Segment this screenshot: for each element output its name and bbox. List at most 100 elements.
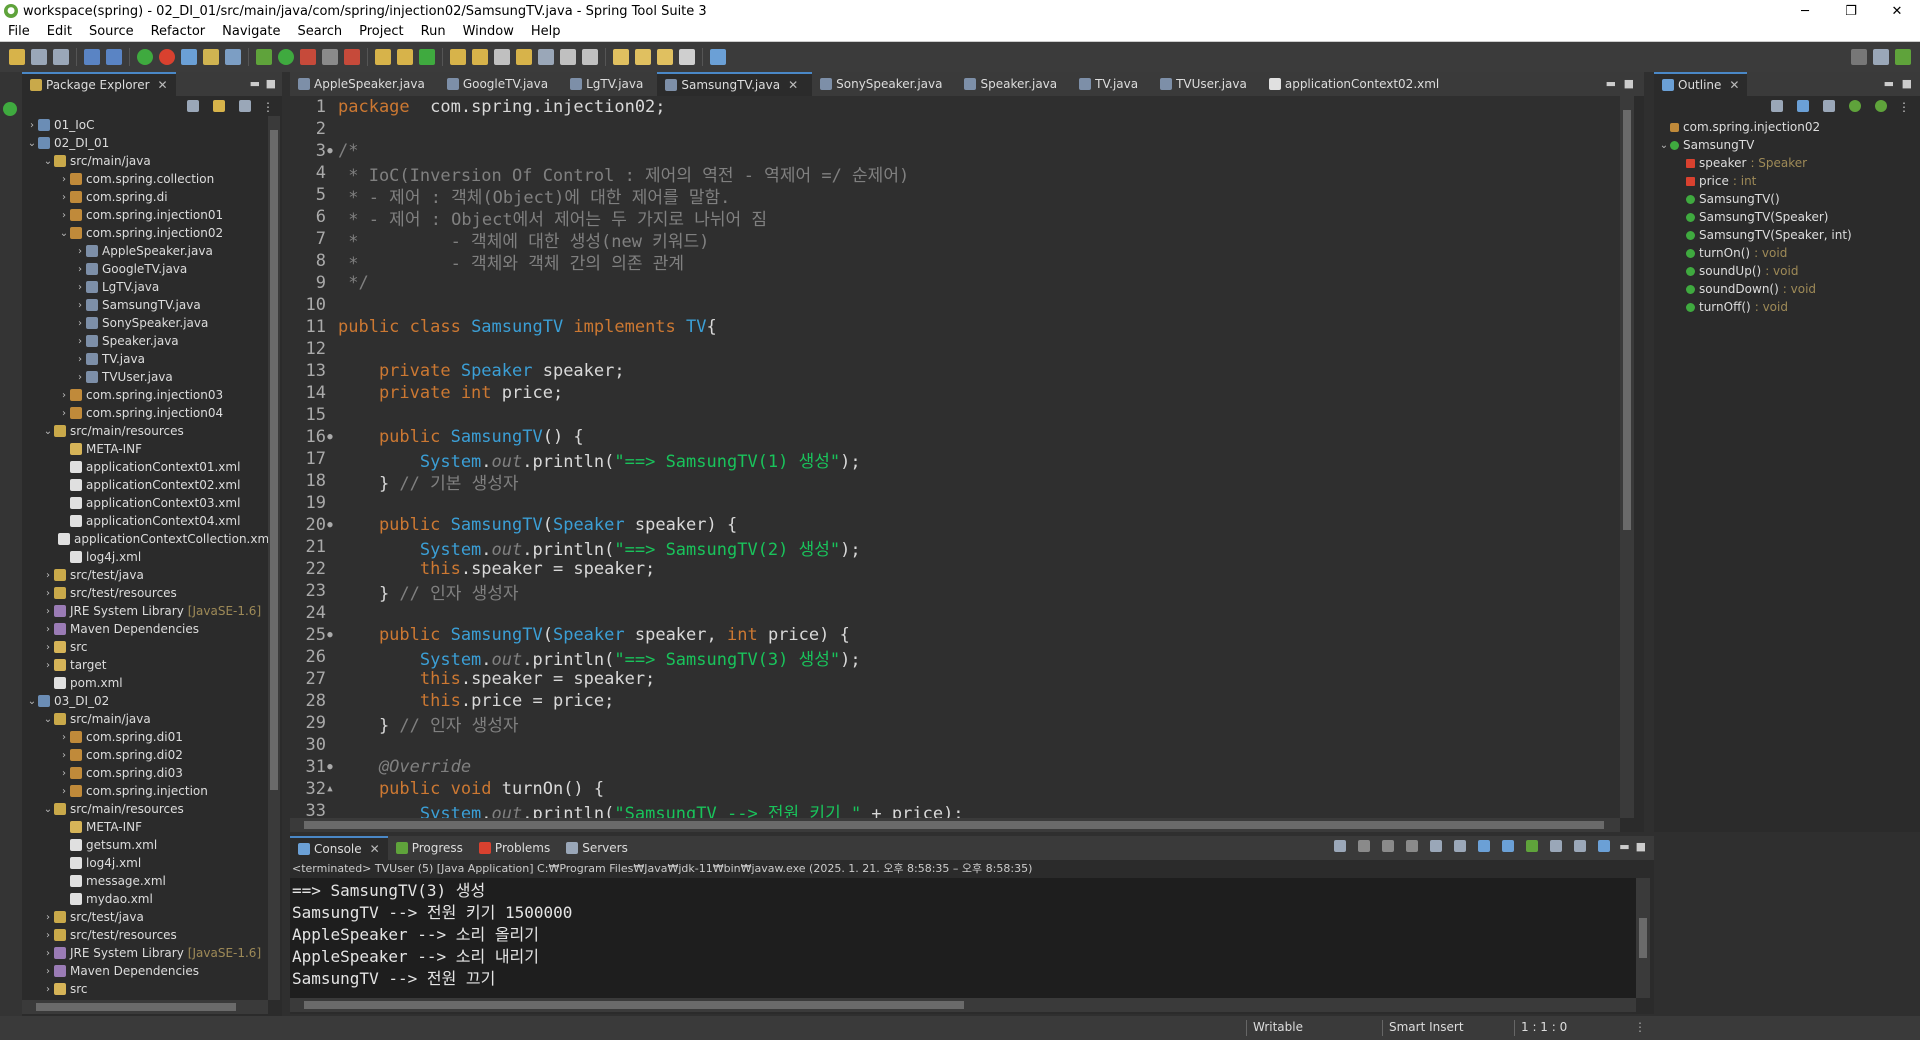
collapsed-arrow-icon[interactable]: ›: [42, 570, 54, 581]
code-line[interactable]: 7 * - 객체에 대한 생성(new 키워드): [290, 228, 1620, 252]
expanded-arrow-icon[interactable]: ⌄: [42, 714, 54, 725]
code-line[interactable]: 9 */: [290, 272, 1620, 294]
minimize-view-icon[interactable]: ▬: [1619, 840, 1629, 853]
terminate-icon[interactable]: [1358, 840, 1371, 852]
boot-dashboard-icon[interactable]: [3, 102, 17, 116]
outline-item[interactable]: price: int: [1658, 172, 1916, 190]
scroll-thumb[interactable]: [304, 821, 1604, 829]
build-icon[interactable]: [106, 49, 122, 65]
collapsed-arrow-icon[interactable]: ›: [74, 300, 86, 311]
menu-item-source[interactable]: Source: [81, 24, 143, 39]
filter-icon[interactable]: [239, 100, 251, 112]
outline-item[interactable]: soundDown(): void: [1658, 280, 1916, 298]
console-settings-icon[interactable]: [1598, 840, 1611, 852]
tree-item[interactable]: › src/test/java: [22, 566, 268, 584]
code-line[interactable]: 4 * IoC(Inversion Of Control : 제어의 역전 - …: [290, 162, 1620, 186]
collapsed-arrow-icon[interactable]: ›: [42, 660, 54, 671]
new-java-project-icon[interactable]: [375, 49, 391, 65]
code-line[interactable]: 27 this.speaker = speaker;: [290, 668, 1620, 690]
tree-item[interactable]: › com.spring.di02: [22, 746, 268, 764]
tree-item[interactable]: ⌄ com.spring.injection02: [22, 224, 268, 242]
next-annotation-icon[interactable]: [560, 49, 576, 65]
collapsed-arrow-icon[interactable]: ›: [42, 912, 54, 923]
outline-item[interactable]: ⌄ SamsungTV: [1658, 136, 1916, 154]
collapsed-arrow-icon[interactable]: ›: [42, 624, 54, 635]
tree-item[interactable]: META-INF: [22, 440, 268, 458]
code-line[interactable]: 1 package com.spring.injection02;: [290, 96, 1620, 118]
tree-item[interactable]: › Maven Dependencies: [22, 620, 268, 638]
code-line[interactable]: 33 System.out.println("SamsungTV --> 전원 …: [290, 800, 1620, 818]
search-icon[interactable]: [225, 49, 241, 65]
tree-item[interactable]: getsum.xml: [22, 836, 268, 854]
tree-item[interactable]: ⌄ 03_DI_02: [22, 692, 268, 710]
collapsed-arrow-icon[interactable]: ›: [58, 192, 70, 203]
collapsed-arrow-icon[interactable]: ›: [58, 210, 70, 221]
back-icon[interactable]: [635, 49, 651, 65]
tree-item[interactable]: › src/test/resources: [22, 584, 268, 602]
menu-item-file[interactable]: File: [0, 24, 39, 39]
collapse-all-icon[interactable]: [1771, 100, 1783, 112]
open-resource-icon[interactable]: [472, 49, 488, 65]
menu-item-refactor[interactable]: Refactor: [143, 24, 215, 39]
open-perspective-icon[interactable]: [1873, 49, 1889, 65]
expanded-arrow-icon[interactable]: ⌄: [58, 228, 70, 239]
collapsed-arrow-icon[interactable]: ›: [58, 786, 70, 797]
expanded-arrow-icon[interactable]: ⌄: [26, 696, 38, 707]
scroll-thumb[interactable]: [36, 1003, 236, 1011]
collapsed-arrow-icon[interactable]: ›: [58, 174, 70, 185]
menu-item-project[interactable]: Project: [351, 24, 412, 39]
hide-fields-icon[interactable]: [1823, 100, 1835, 112]
editor-tab[interactable]: LgTV.java: [562, 72, 657, 96]
code-line[interactable]: 16 ● public SamsungTV() {: [290, 426, 1620, 448]
close-icon[interactable]: ✕: [788, 78, 798, 92]
console-hscrollbar[interactable]: [290, 998, 1636, 1012]
new-class-icon[interactable]: [419, 49, 435, 65]
prev-annotation-icon[interactable]: [582, 49, 598, 65]
code-line[interactable]: 28 this.price = price;: [290, 690, 1620, 712]
terminate-icon[interactable]: [344, 49, 360, 65]
collapsed-arrow-icon[interactable]: ›: [42, 984, 54, 995]
collapsed-arrow-icon[interactable]: ›: [74, 372, 86, 383]
code-line[interactable]: 10: [290, 294, 1620, 316]
tab-console[interactable]: Console ✕: [290, 836, 388, 860]
collapsed-arrow-icon[interactable]: ›: [58, 732, 70, 743]
expanded-arrow-icon[interactable]: ⌄: [42, 156, 54, 167]
collapsed-arrow-icon[interactable]: ›: [74, 354, 86, 365]
spring-boot-dashboard-icon[interactable]: [181, 49, 197, 65]
hide-nonpublic-icon[interactable]: [1875, 100, 1887, 112]
spring-perspective-icon[interactable]: [1895, 49, 1911, 65]
menu-item-help[interactable]: Help: [523, 24, 570, 39]
collapse-all-icon[interactable]: [187, 100, 199, 112]
stop-icon[interactable]: [322, 49, 338, 65]
code-line[interactable]: 14 private int price;: [290, 382, 1620, 404]
tab-servers[interactable]: Servers: [558, 836, 636, 860]
code-line[interactable]: 8 * - 객체와 객체 간의 의존 관계: [290, 250, 1620, 274]
start-server-icon[interactable]: [137, 49, 153, 65]
perspective-icon[interactable]: [710, 49, 726, 65]
editor-tab[interactable]: GoogleTV.java: [439, 72, 562, 96]
collapsed-arrow-icon[interactable]: ›: [58, 408, 70, 419]
maximize-button[interactable]: ❐: [1828, 0, 1874, 22]
code-line[interactable]: 13 private Speaker speaker;: [290, 360, 1620, 382]
minimize-view-icon[interactable]: ▬: [1606, 77, 1616, 90]
tree-item[interactable]: ⌄ src/main/java: [22, 152, 268, 170]
scroll-thumb[interactable]: [1639, 918, 1647, 958]
collapsed-arrow-icon[interactable]: ›: [74, 336, 86, 347]
edit-icon[interactable]: [494, 49, 510, 65]
hide-static-icon[interactable]: [1849, 100, 1861, 112]
code-line[interactable]: 3 ● /*: [290, 140, 1620, 162]
code-line[interactable]: 17 System.out.println("==> SamsungTV(1) …: [290, 448, 1620, 472]
tab-outline[interactable]: Outline ✕: [1654, 72, 1748, 96]
menu-item-edit[interactable]: Edit: [39, 24, 81, 39]
collapsed-arrow-icon[interactable]: ›: [42, 642, 54, 653]
expanded-arrow-icon[interactable]: ⌄: [42, 426, 54, 437]
code-line[interactable]: 30: [290, 734, 1620, 756]
close-icon[interactable]: ✕: [370, 842, 380, 856]
expanded-arrow-icon[interactable]: ⌄: [26, 138, 38, 149]
open-task-icon[interactable]: [516, 49, 532, 65]
package-explorer-hscrollbar[interactable]: [22, 1000, 268, 1014]
tree-item[interactable]: applicationContext01.xml: [22, 458, 268, 476]
tree-item[interactable]: › com.spring.injection01: [22, 206, 268, 224]
tree-item[interactable]: › com.spring.di: [22, 188, 268, 206]
editor-vscrollbar[interactable]: [1620, 96, 1634, 818]
